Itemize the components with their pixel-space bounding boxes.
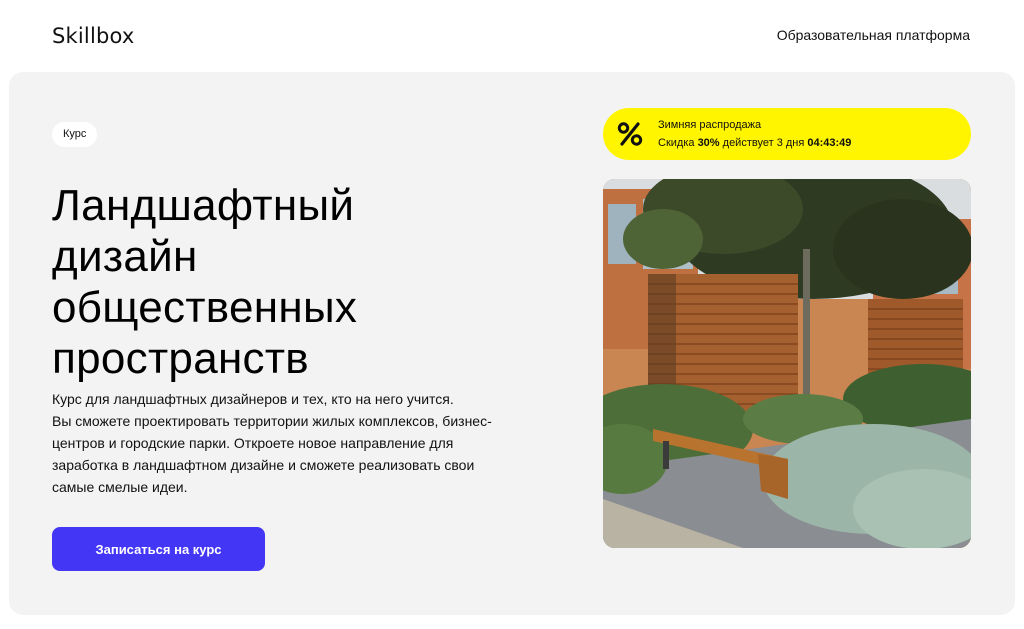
- description-line: Курс для ландшафтных дизайнеров и тех, к…: [52, 391, 454, 407]
- description-line: центров и городские парки. Откроете ново…: [52, 435, 454, 451]
- enroll-button[interactable]: Записаться на курс: [52, 527, 265, 571]
- course-description: Курс для ландшафтных дизайнеров и тех, к…: [52, 388, 522, 498]
- sale-banner[interactable]: Зимняя распродажа Скидка 30% действует 3…: [603, 108, 971, 160]
- title-line: дизайн: [52, 232, 198, 281]
- skillbox-logo[interactable]: Skillbox: [52, 24, 135, 48]
- sale-discount: 30%: [697, 137, 720, 149]
- title-line: Ландшафтный: [52, 181, 355, 230]
- title-line: общественных: [52, 283, 358, 332]
- header: Skillbox Образовательная платформа: [0, 0, 1024, 72]
- sale-timer: 04:43:49: [807, 137, 852, 149]
- title-line: пространств: [52, 334, 309, 383]
- description-line: самые смелые идеи.: [52, 479, 188, 495]
- course-badge: Курс: [52, 122, 98, 147]
- platform-link[interactable]: Образовательная платформа: [777, 27, 970, 43]
- hero-section: Курс Ландшафтный дизайн общественных про…: [9, 72, 1015, 615]
- sale-text: Скидка 30% действует 3 дня 04:43:49: [658, 137, 851, 149]
- sale-title: Зимняя распродажа: [658, 119, 762, 131]
- description-line: Вы сможете проектировать территории жилы…: [52, 413, 492, 429]
- sale-text-prefix: Скидка: [658, 137, 698, 149]
- landscape-photo: [603, 179, 971, 548]
- course-photo: [603, 179, 971, 548]
- sale-text-middle: действует 3 дня: [719, 137, 808, 149]
- percent-icon: [617, 122, 643, 146]
- description-line: заработка в ландшафтном дизайне и сможет…: [52, 457, 475, 473]
- page-title: Ландшафтный дизайн общественных простран…: [52, 180, 532, 384]
